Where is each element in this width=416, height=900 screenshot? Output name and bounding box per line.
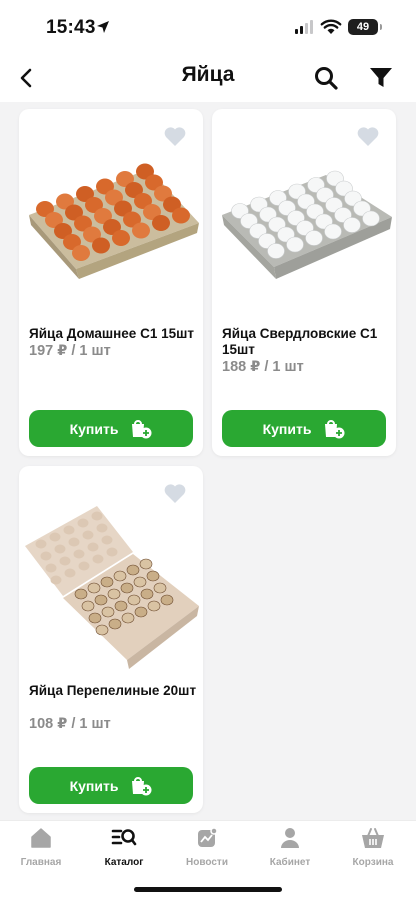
nav-label: Главная bbox=[20, 857, 62, 868]
product-card[interactable]: Яйца Домашнее С1 15шт 197 ₽ / 1 шт Купит… bbox=[19, 109, 203, 456]
nav-item-basket[interactable]: Корзина bbox=[333, 825, 413, 873]
product-name: Яйца Перепелиные 20шт bbox=[29, 683, 197, 698]
heart-icon[interactable] bbox=[163, 482, 187, 504]
page-title: Яйца bbox=[181, 63, 235, 86]
product-card[interactable]: Яйца Свердловские С1 15шт 188 ₽ / 1 шт К… bbox=[212, 109, 396, 456]
location-arrow-icon bbox=[97, 21, 109, 33]
search-icon bbox=[315, 67, 338, 90]
add-to-cart-icon bbox=[132, 776, 152, 795]
product-name: Яйца Свердловские С1 15шт bbox=[222, 326, 378, 357]
product-card[interactable]: Яйца Перепелиные 20шт 108 ₽ / 1 шт Купит… bbox=[19, 466, 203, 813]
buy-button[interactable]: Купить bbox=[29, 767, 193, 804]
wifi-icon bbox=[320, 19, 342, 34]
product-image-brown-eggs bbox=[29, 163, 199, 279]
home-icon bbox=[31, 828, 51, 848]
nav-item-home[interactable]: Главная bbox=[1, 825, 81, 873]
add-to-cart-icon bbox=[325, 419, 345, 438]
chevron-left-icon bbox=[20, 68, 32, 88]
buy-button[interactable]: Купить bbox=[222, 410, 386, 447]
back-button[interactable] bbox=[8, 60, 44, 96]
filter-button[interactable] bbox=[363, 60, 399, 96]
buy-button[interactable]: Купить bbox=[29, 410, 193, 447]
heart-icon[interactable] bbox=[356, 125, 380, 147]
search-button[interactable] bbox=[308, 60, 344, 96]
add-to-cart-icon bbox=[132, 419, 152, 438]
catalog-icon bbox=[111, 829, 137, 846]
nav-label: Новости bbox=[186, 857, 228, 868]
product-image-quail-eggs bbox=[25, 506, 199, 669]
filter-icon bbox=[370, 68, 392, 87]
product-price: 108 ₽ / 1 шт bbox=[29, 716, 111, 732]
nav-item-profile[interactable]: Кабинет bbox=[250, 825, 330, 873]
status-time: 15:43 bbox=[46, 17, 96, 38]
buy-button-label: Купить bbox=[69, 777, 119, 794]
nav-label: Каталог bbox=[104, 857, 144, 868]
product-price: 197 ₽ / 1 шт bbox=[29, 343, 111, 359]
nav-label: Кабинет bbox=[269, 857, 311, 868]
product-price: 188 ₽ / 1 шт bbox=[222, 359, 304, 375]
buy-button-label: Купить bbox=[262, 420, 312, 437]
product-image-white-eggs bbox=[222, 170, 392, 279]
heart-icon[interactable] bbox=[163, 125, 187, 147]
battery-icon: 49 bbox=[348, 19, 382, 35]
news-icon bbox=[198, 827, 218, 847]
home-indicator bbox=[134, 887, 282, 892]
nav-item-catalog[interactable]: Каталог bbox=[84, 825, 164, 873]
nav-item-news[interactable]: Новости bbox=[167, 825, 247, 873]
status-bar: 15:43 49 bbox=[0, 0, 416, 54]
cellular-signal-icon bbox=[295, 20, 313, 34]
product-name: Яйца Домашнее С1 15шт bbox=[29, 326, 194, 341]
top-bar: Яйца bbox=[0, 54, 416, 102]
nav-label: Корзина bbox=[352, 857, 394, 868]
profile-icon bbox=[281, 828, 299, 848]
buy-button-label: Купить bbox=[69, 420, 119, 437]
basket-icon bbox=[362, 828, 384, 848]
